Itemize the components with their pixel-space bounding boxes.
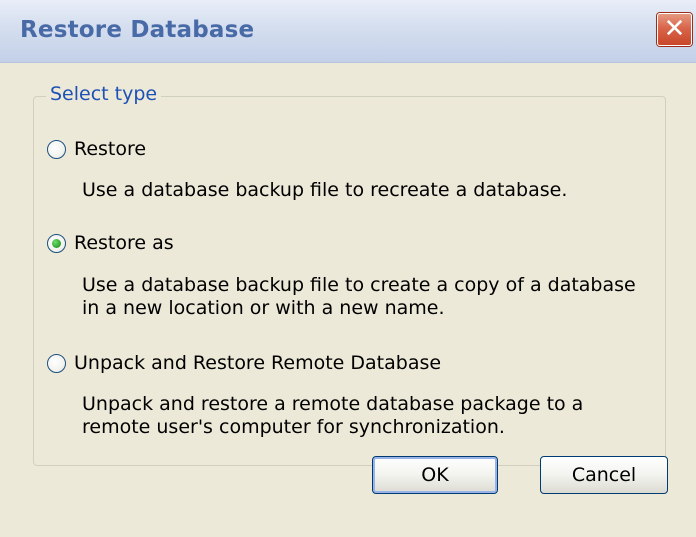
- restore-description-text: Use a database backup file to recreate a…: [82, 179, 568, 201]
- unpack-restore-remote-description-line2: remote user's computer for synchronizati…: [82, 416, 505, 438]
- radio-button-restore[interactable]: [47, 139, 66, 159]
- radio-label-unpack-restore-remote: Unpack and Restore Remote Database: [74, 352, 442, 374]
- dialog-body: Select type Restore Use a database backu…: [0, 63, 696, 537]
- radio-option-restore-as[interactable]: Restore as: [47, 232, 174, 254]
- radio-label-restore-as: Restore as: [74, 232, 174, 254]
- unpack-restore-remote-description: Unpack and restore a remote database pac…: [82, 393, 583, 439]
- groupbox-legend: Select type: [46, 83, 162, 105]
- close-button[interactable]: ✕: [657, 13, 692, 46]
- cancel-button[interactable]: Cancel: [540, 456, 668, 494]
- restore-description: Use a database backup file to recreate a…: [82, 179, 567, 202]
- restore-as-description-line1: Use a database backup file to create a c…: [82, 274, 636, 296]
- restore-as-description-line2: in a new location or with a new name.: [82, 297, 445, 319]
- unpack-restore-remote-description-line1: Unpack and restore a remote database pac…: [82, 393, 584, 415]
- dialog-title: Restore Database: [20, 17, 255, 43]
- ok-button[interactable]: OK: [372, 456, 498, 494]
- radio-button-unpack-restore-remote[interactable]: [47, 353, 66, 373]
- radio-option-restore[interactable]: Restore: [47, 138, 146, 160]
- radio-option-unpack-restore-remote[interactable]: Unpack and Restore Remote Database: [47, 352, 441, 374]
- close-icon: ✕: [663, 14, 686, 44]
- radio-label-restore: Restore: [74, 138, 147, 160]
- radio-button-restore-as[interactable]: [47, 233, 66, 253]
- restore-as-description: Use a database backup file to create a c…: [82, 274, 636, 320]
- restore-database-dialog: Restore Database ✕ Select type Restore U…: [0, 0, 696, 537]
- title-bar[interactable]: Restore Database ✕: [0, 0, 696, 63]
